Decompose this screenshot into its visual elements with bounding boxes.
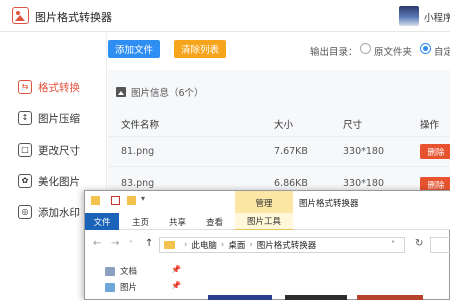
- sidebar-item-beautify[interactable]: ✿ 美化图片: [18, 172, 80, 190]
- file-explorer-window[interactable]: ▾ 管理 图片格式转换器 文件 主页 共享 查看 图片工具 ← → ˅ ↑ › …: [84, 190, 450, 300]
- tab-file[interactable]: 文件: [85, 213, 119, 230]
- resize-icon: □: [18, 143, 32, 157]
- image-info-header: 图片信息（6个）: [108, 78, 450, 106]
- breadcrumb-desktop[interactable]: 桌面: [228, 239, 245, 251]
- radio-custom-folder[interactable]: [420, 43, 431, 54]
- sidebar-item-compress[interactable]: ↕ 图片压缩: [18, 109, 80, 127]
- col-header-action: 操作: [420, 120, 440, 131]
- sidebar-item-label: 添加水印: [38, 206, 80, 219]
- sidebar-item-label: 美化图片: [38, 175, 80, 188]
- sidebar-item-resize[interactable]: □ 更改尺寸: [18, 141, 80, 159]
- manage-tab[interactable]: 管理: [235, 191, 293, 215]
- row-file-dims: 330*180: [343, 178, 385, 189]
- convert-icon: ⇆: [18, 80, 32, 94]
- compress-icon: ↕: [18, 111, 32, 125]
- nav-item-pictures[interactable]: 图片: [105, 281, 137, 293]
- output-dir-label: 输出目录：: [310, 47, 358, 58]
- folder-icon: [164, 241, 175, 249]
- sidebar-item-label: 更改尺寸: [38, 144, 80, 157]
- address-bar[interactable]: › 此电脑 › 桌面 › 图片格式转换器: [159, 237, 405, 253]
- radio-original-folder[interactable]: [360, 43, 371, 54]
- folder-icon: [91, 196, 100, 205]
- breadcrumb-this-pc[interactable]: 此电脑: [191, 239, 217, 251]
- breadcrumb-separator-icon: ›: [249, 240, 253, 250]
- row-file-dims: 330*180: [343, 146, 385, 157]
- nav-item-documents[interactable]: 文档: [105, 265, 137, 277]
- search-input[interactable]: [430, 237, 450, 253]
- tab-picture-tools[interactable]: 图片工具: [235, 213, 293, 230]
- beautify-icon: ✿: [18, 174, 32, 188]
- thumbnail-image[interactable]: [285, 295, 347, 300]
- app-title: 图片格式转换器: [35, 11, 112, 24]
- tab-share[interactable]: 共享: [169, 216, 186, 228]
- address-dropdown-icon[interactable]: ˅: [391, 240, 395, 249]
- thumbnail-image[interactable]: [357, 295, 423, 300]
- up-arrow-icon[interactable]: ↑: [145, 238, 153, 249]
- forward-arrow-icon[interactable]: →: [111, 238, 119, 249]
- tab-home[interactable]: 主页: [132, 216, 149, 228]
- properties-icon[interactable]: [111, 196, 120, 205]
- add-file-button[interactable]: 添加文件: [108, 40, 160, 58]
- back-arrow-icon[interactable]: ←: [93, 238, 101, 249]
- refresh-icon[interactable]: ↻: [415, 238, 423, 249]
- watermark-icon: ◎: [18, 205, 32, 219]
- title-bar: 图片格式转换器 小程序: [0, 0, 450, 32]
- pin-icon[interactable]: 📌: [171, 281, 181, 290]
- pin-icon[interactable]: 📌: [171, 265, 181, 274]
- row-file-name: 81.png: [121, 146, 155, 157]
- radio-custom-folder-label[interactable]: 自定: [434, 44, 450, 58]
- image-info-title: 图片信息（6个）: [131, 88, 204, 99]
- thumbnail-image[interactable]: [208, 295, 272, 300]
- sidebar-item-label: 格式转换: [38, 81, 80, 94]
- explorer-window-title: 图片格式转换器: [299, 199, 359, 209]
- tab-view[interactable]: 查看: [206, 216, 223, 228]
- delete-button[interactable]: 删除: [420, 144, 450, 159]
- sidebar-item-watermark[interactable]: ◎ 添加水印: [18, 203, 80, 221]
- col-header-size: 大小: [274, 120, 294, 131]
- nav-item-label: 文档: [120, 267, 138, 277]
- sidebar-item-label: 图片压缩: [38, 112, 80, 125]
- col-header-dims: 尺寸: [343, 120, 363, 131]
- breadcrumb-separator-icon: ›: [220, 240, 225, 250]
- radio-original-folder-label[interactable]: 原文件夹: [374, 44, 412, 58]
- col-header-name: 文件名称: [121, 120, 160, 131]
- sidebar-item-format-convert[interactable]: ⇆ 格式转换: [18, 78, 80, 96]
- breadcrumb-current-folder[interactable]: 图片格式转换器: [257, 239, 317, 251]
- row-file-name: 83.png: [121, 178, 155, 189]
- app-logo-icon: [12, 7, 29, 24]
- row-file-size: 7.67KB: [274, 146, 308, 157]
- image-icon: [116, 87, 126, 97]
- avatar[interactable]: [399, 6, 419, 26]
- recent-dropdown-icon[interactable]: ˅: [129, 240, 133, 249]
- row-file-size: 6.86KB: [274, 178, 308, 189]
- clear-list-button[interactable]: 清除列表: [174, 40, 226, 58]
- documents-icon: [105, 266, 115, 276]
- nav-item-label: 图片: [120, 283, 138, 293]
- user-name[interactable]: 小程序: [424, 10, 450, 24]
- pictures-icon: [105, 282, 115, 292]
- breadcrumb-separator-icon: ›: [184, 240, 188, 250]
- new-folder-icon[interactable]: [127, 196, 136, 205]
- quick-access-dropdown-icon[interactable]: ▾: [141, 194, 145, 203]
